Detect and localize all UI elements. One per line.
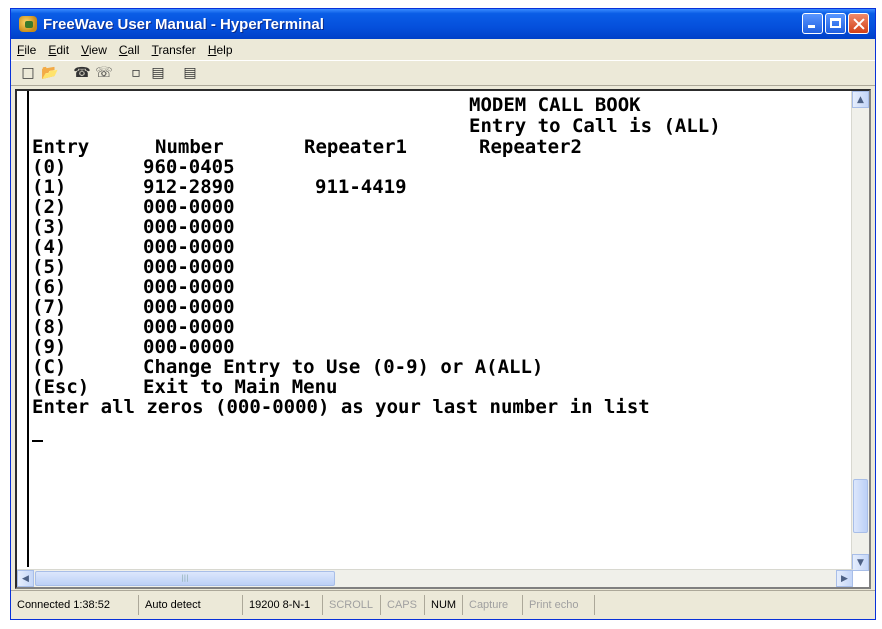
row-number: 000-0000	[143, 316, 235, 338]
header-entry: Entry	[32, 136, 90, 158]
receive-icon[interactable]: ▤	[147, 63, 169, 83]
row-number: 960-0405	[143, 156, 235, 178]
status-caps: CAPS	[381, 595, 425, 615]
toolbar: □ 📂 ☎ ☏ ▫ ▤ ▤	[11, 60, 875, 86]
maximize-button[interactable]	[825, 13, 846, 34]
menu-file[interactable]: File	[11, 43, 42, 57]
disconnect-icon[interactable]: ☎	[71, 63, 93, 83]
terminal-title: MODEM CALL BOOK	[469, 94, 641, 116]
row-number: 000-0000	[143, 256, 235, 278]
window-title: FreeWave User Manual - HyperTerminal	[43, 15, 324, 33]
row-entry: (9)	[32, 336, 67, 358]
menu-call[interactable]: Call	[113, 43, 146, 57]
scroll-right-icon[interactable]: ▶	[836, 570, 853, 587]
row-number: 000-0000	[143, 236, 235, 258]
row-entry: (7)	[32, 296, 67, 318]
row-entry: (0)	[32, 156, 67, 178]
row-number: 000-0000	[143, 296, 235, 318]
status-capture: Capture	[463, 595, 523, 615]
row-entry: (1)	[32, 176, 67, 198]
horizontal-scroll-thumb[interactable]: |||	[35, 571, 335, 586]
row-repeater1: 911-4419	[315, 176, 407, 198]
row-number: 000-0000	[143, 336, 235, 358]
scroll-left-icon[interactable]: ◀	[17, 570, 34, 587]
row-entry: (4)	[32, 236, 67, 258]
option-esc-key: (Esc)	[32, 376, 90, 398]
send-icon[interactable]: ▫	[125, 63, 147, 83]
option-esc-text: Exit to Main Menu	[143, 376, 338, 398]
terminal-footer: Enter all zeros (000-0000) as your last …	[32, 396, 650, 418]
title-bar[interactable]: FreeWave User Manual - HyperTerminal	[11, 9, 875, 39]
vertical-scrollbar[interactable]: ▲ ▼	[851, 91, 869, 571]
dial-icon[interactable]: ☏	[93, 63, 115, 83]
header-number: Number	[155, 136, 224, 158]
vertical-scroll-thumb[interactable]	[853, 479, 868, 533]
option-c-key: (C)	[32, 356, 67, 378]
status-port: 19200 8-N-1	[243, 595, 323, 615]
app-window: FreeWave User Manual - HyperTerminal Fil…	[10, 8, 876, 620]
close-button[interactable]	[848, 13, 869, 34]
row-entry: (6)	[32, 276, 67, 298]
status-num: NUM	[425, 595, 463, 615]
row-number: 000-0000	[143, 196, 235, 218]
row-entry: (3)	[32, 216, 67, 238]
text-cursor	[32, 440, 43, 442]
status-scroll: SCROLL	[323, 595, 381, 615]
scroll-up-icon[interactable]: ▲	[852, 91, 869, 108]
status-print-echo: Print echo	[523, 595, 595, 615]
row-number: 000-0000	[143, 216, 235, 238]
header-repeater2: Repeater2	[479, 136, 582, 158]
row-entry: (8)	[32, 316, 67, 338]
row-number: 912-2890	[143, 176, 235, 198]
row-entry: (2)	[32, 196, 67, 218]
status-bar: Connected 1:38:52 Auto detect 19200 8-N-…	[11, 590, 875, 619]
header-repeater1: Repeater1	[304, 136, 407, 158]
menu-view[interactable]: View	[75, 43, 113, 57]
option-c-text: Change Entry to Use (0-9) or A(ALL)	[143, 356, 544, 378]
menu-edit[interactable]: Edit	[42, 43, 75, 57]
row-entry: (5)	[32, 256, 67, 278]
status-detect: Auto detect	[139, 595, 243, 615]
menu-help[interactable]: Help	[202, 43, 239, 57]
new-icon[interactable]: □	[17, 63, 39, 83]
scroll-down-icon[interactable]: ▼	[852, 554, 869, 571]
terminal-subtitle: Entry to Call is (ALL)	[469, 115, 721, 137]
hyperterminal-icon	[19, 16, 37, 32]
menu-transfer[interactable]: Transfer	[146, 43, 202, 57]
minimize-button[interactable]	[802, 13, 823, 34]
row-number: 000-0000	[143, 276, 235, 298]
properties-icon[interactable]: ▤	[179, 63, 201, 83]
terminal-screen[interactable]: MODEM CALL BOOK Entry to Call is (ALL) E…	[27, 91, 854, 567]
menu-bar: File Edit View Call Transfer Help	[11, 39, 875, 60]
open-icon[interactable]: 📂	[39, 63, 61, 83]
terminal-area[interactable]: MODEM CALL BOOK Entry to Call is (ALL) E…	[15, 89, 871, 589]
status-connected: Connected 1:38:52	[11, 595, 139, 615]
horizontal-scrollbar[interactable]: ◀ ||| ▶	[17, 569, 853, 587]
